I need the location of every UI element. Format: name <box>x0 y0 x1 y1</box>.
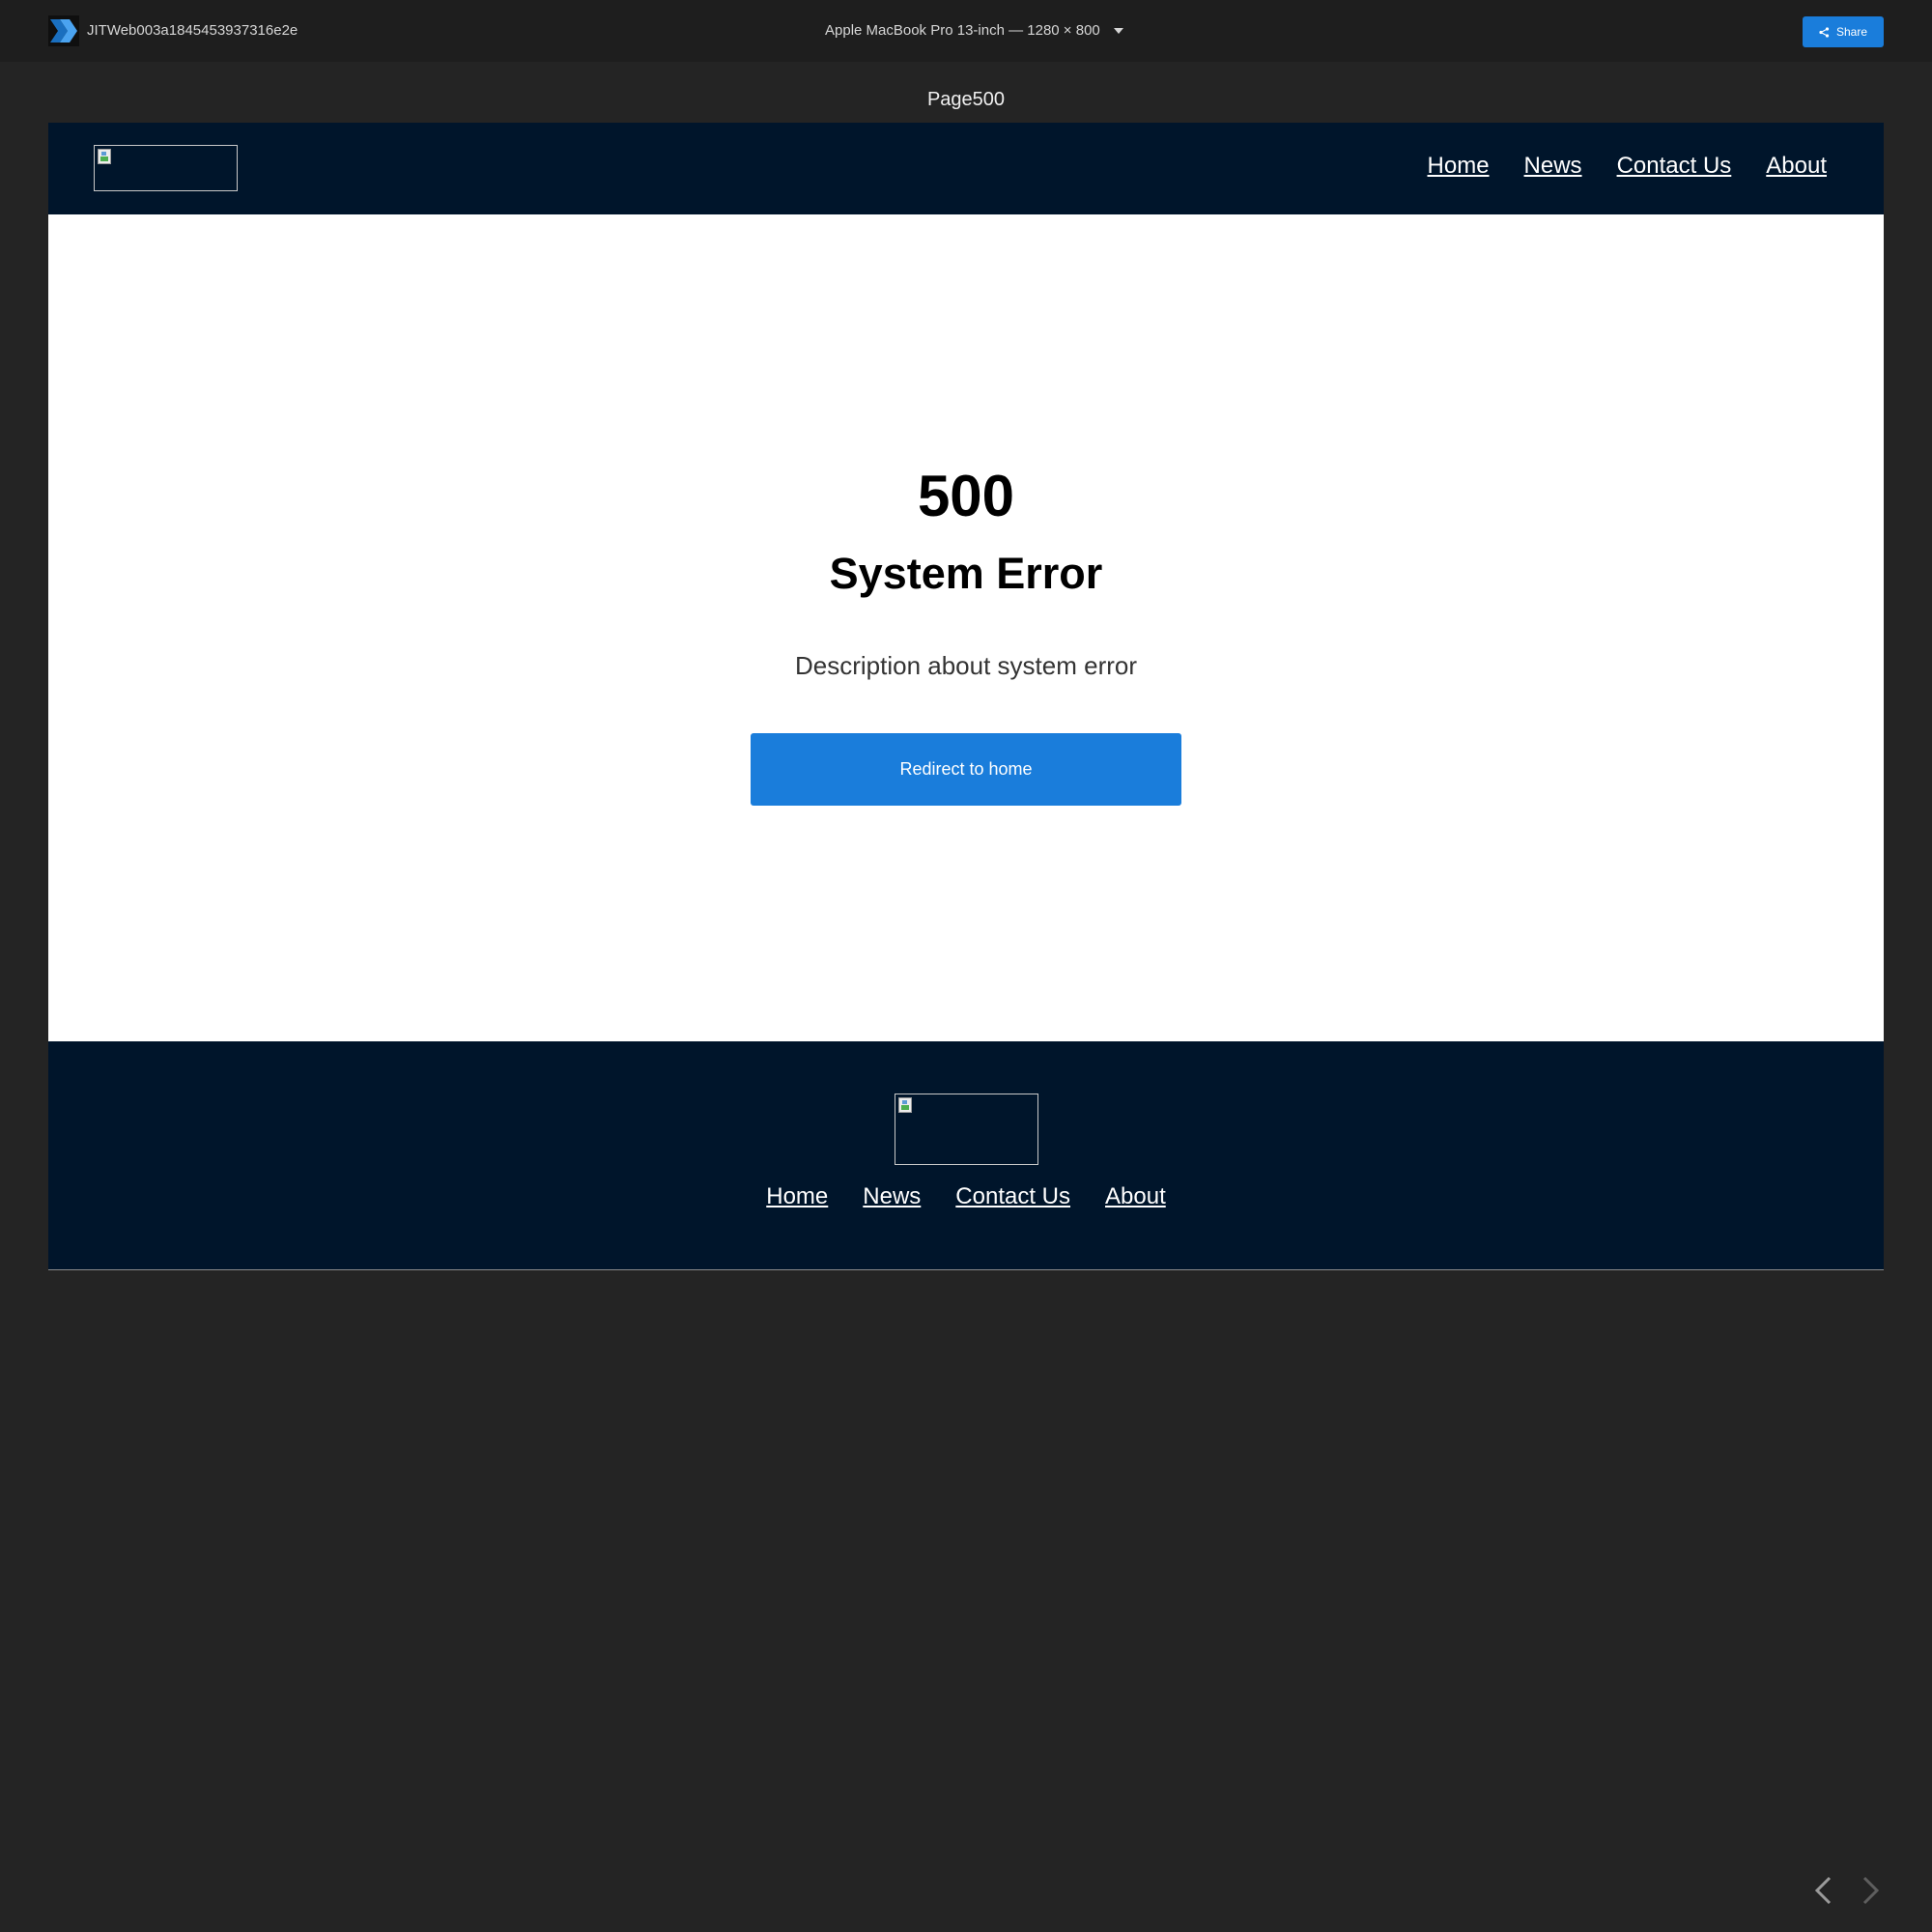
project-name: JITWeb003a1845453937316e2e <box>87 22 298 39</box>
preview-frame: Home News Contact Us About 500 System Er… <box>48 123 1884 1270</box>
header-nav-contact-us[interactable]: Contact Us <box>1617 152 1732 181</box>
share-icon <box>1819 26 1830 38</box>
header-nav-news[interactable]: News <box>1524 152 1582 181</box>
share-label: Share <box>1835 25 1868 39</box>
header-nav-about[interactable]: About <box>1766 152 1827 181</box>
chevron-right-icon[interactable] <box>1855 1874 1884 1907</box>
footer-divider <box>48 1269 1884 1270</box>
error-title: System Error <box>829 549 1103 598</box>
footer-nav: Home News Contact Us About <box>48 1182 1884 1211</box>
broken-image-icon <box>98 149 111 164</box>
header-nav: Home News Contact Us About <box>1428 152 1827 181</box>
footer-nav-about[interactable]: About <box>1105 1182 1166 1211</box>
footer-nav-news[interactable]: News <box>863 1182 921 1211</box>
header-nav-home[interactable]: Home <box>1428 152 1490 181</box>
app-logo-icon[interactable] <box>48 15 79 46</box>
device-label: Apple MacBook Pro 13-inch — 1280 × 800 <box>825 22 1100 39</box>
top-toolbar: JITWeb003a1845453937316e2e Apple MacBook… <box>0 0 1932 62</box>
error-description: Description about system error <box>794 651 1138 680</box>
chevron-left-icon[interactable] <box>1810 1874 1839 1907</box>
error-code: 500 <box>917 464 1015 528</box>
site-footer: Home News Contact Us About <box>48 1041 1884 1270</box>
site-header: Home News Contact Us About <box>48 123 1884 214</box>
footer-nav-home[interactable]: Home <box>766 1182 828 1211</box>
footer-logo-image[interactable] <box>895 1094 1038 1165</box>
share-button[interactable]: Share <box>1803 16 1884 47</box>
broken-image-icon <box>898 1097 912 1113</box>
redirect-home-button[interactable]: Redirect to home <box>751 733 1181 806</box>
device-selector[interactable]: Apple MacBook Pro 13-inch — 1280 × 800 <box>825 21 1123 41</box>
header-logo-image[interactable] <box>94 145 238 191</box>
caret-down-icon <box>1113 28 1123 34</box>
page-title: Page500 <box>926 89 1006 110</box>
footer-nav-contact-us[interactable]: Contact Us <box>955 1182 1070 1211</box>
